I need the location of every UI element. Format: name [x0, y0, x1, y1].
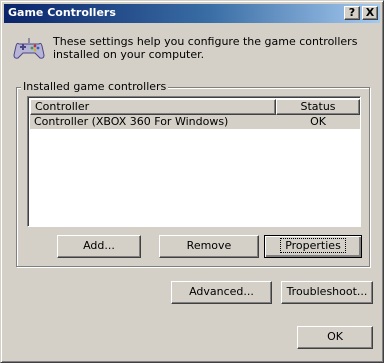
- controller-status: OK: [310, 115, 326, 128]
- troubleshoot-button[interactable]: Troubleshoot...: [281, 281, 373, 304]
- help-button[interactable]: ?: [344, 6, 360, 20]
- close-button[interactable]: X: [362, 6, 378, 20]
- controller-name: Controller (XBOX 360 For Windows): [34, 115, 229, 128]
- window-title: Game Controllers: [8, 6, 116, 19]
- game-controllers-dialog: Game Controllers ? X These settings help…: [0, 0, 384, 363]
- controllers-list[interactable]: Controller Status Controller (XBOX 360 F…: [27, 96, 361, 227]
- group-label: Installed game controllers: [21, 80, 169, 93]
- intro-description: These settings help you configure the ga…: [53, 35, 358, 61]
- advanced-button[interactable]: Advanced...: [171, 281, 272, 304]
- close-icon: X: [365, 6, 375, 19]
- title-bar[interactable]: Game Controllers ? X: [4, 4, 380, 23]
- list-item[interactable]: Controller (XBOX 360 For Windows) OK: [30, 115, 360, 129]
- gamepad-icon: [13, 38, 45, 59]
- properties-button[interactable]: Properties: [264, 235, 362, 258]
- add-button[interactable]: Add...: [57, 235, 141, 258]
- properties-label: Properties: [280, 238, 346, 253]
- column-header-controller[interactable]: Controller: [30, 99, 276, 115]
- help-icon: ?: [348, 6, 356, 19]
- list-header: Controller Status: [30, 99, 360, 115]
- ok-button[interactable]: OK: [297, 326, 373, 349]
- remove-button[interactable]: Remove: [159, 235, 259, 258]
- column-header-status[interactable]: Status: [276, 99, 360, 115]
